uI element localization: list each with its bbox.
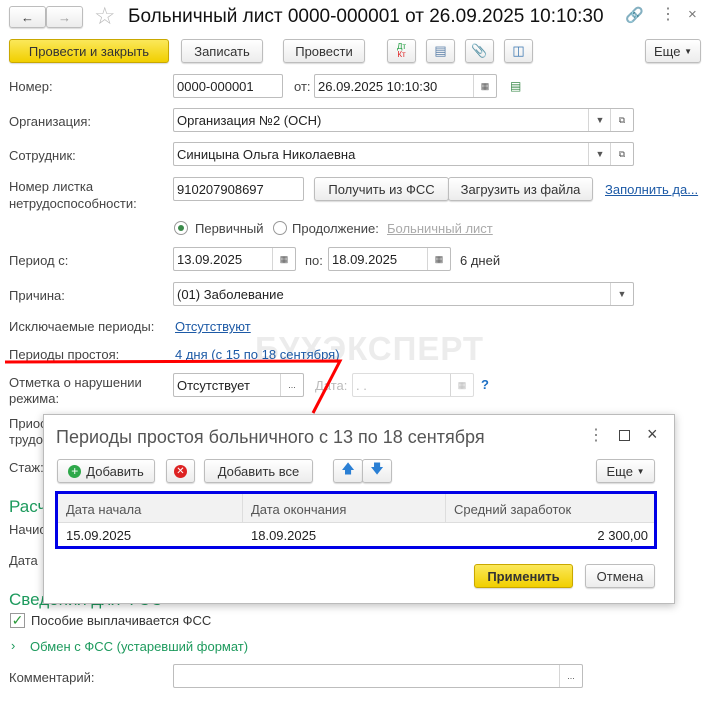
apply-button[interactable]: Применить: [474, 564, 573, 588]
idle-periods-dialog: Периоды простоя больничного с 13 по 18 с…: [43, 414, 675, 604]
table-header: Дата начала Дата окончания Средний зараб…: [58, 494, 654, 523]
cell-end-date: 18.09.2025: [251, 527, 317, 543]
table-row[interactable]: 15.09.2025 18.09.2025 2 300,00: [58, 523, 654, 547]
add-button[interactable]: + Добавить: [57, 459, 155, 483]
move-down-button[interactable]: 🡇: [362, 459, 392, 483]
menu-icon[interactable]: ⋮: [588, 425, 604, 445]
maximize-icon[interactable]: [619, 430, 630, 441]
delete-icon: ✕: [174, 464, 187, 478]
cancel-button[interactable]: Отмена: [585, 564, 655, 588]
dialog-title: Периоды простоя больничного с 13 по 18 с…: [56, 427, 485, 447]
dialog-more-button[interactable]: Еще ▼: [596, 459, 655, 483]
move-up-button[interactable]: 🡅: [333, 459, 363, 483]
col-start-date[interactable]: Дата начала: [58, 494, 243, 522]
more-label: Еще: [606, 463, 633, 479]
col-end-date[interactable]: Дата окончания: [243, 494, 446, 522]
add-all-button[interactable]: Добавить все: [204, 459, 313, 483]
periods-table: Дата начала Дата окончания Средний зараб…: [55, 491, 657, 549]
add-label: Добавить: [86, 463, 144, 479]
delete-button[interactable]: ✕: [166, 459, 195, 483]
cell-start-date: 15.09.2025: [66, 527, 132, 543]
close-icon[interactable]: ×: [647, 424, 658, 445]
cell-avg-earnings: 2 300,00: [597, 527, 648, 543]
plus-icon: +: [68, 464, 82, 478]
col-avg-earnings[interactable]: Средний заработок: [446, 494, 654, 522]
